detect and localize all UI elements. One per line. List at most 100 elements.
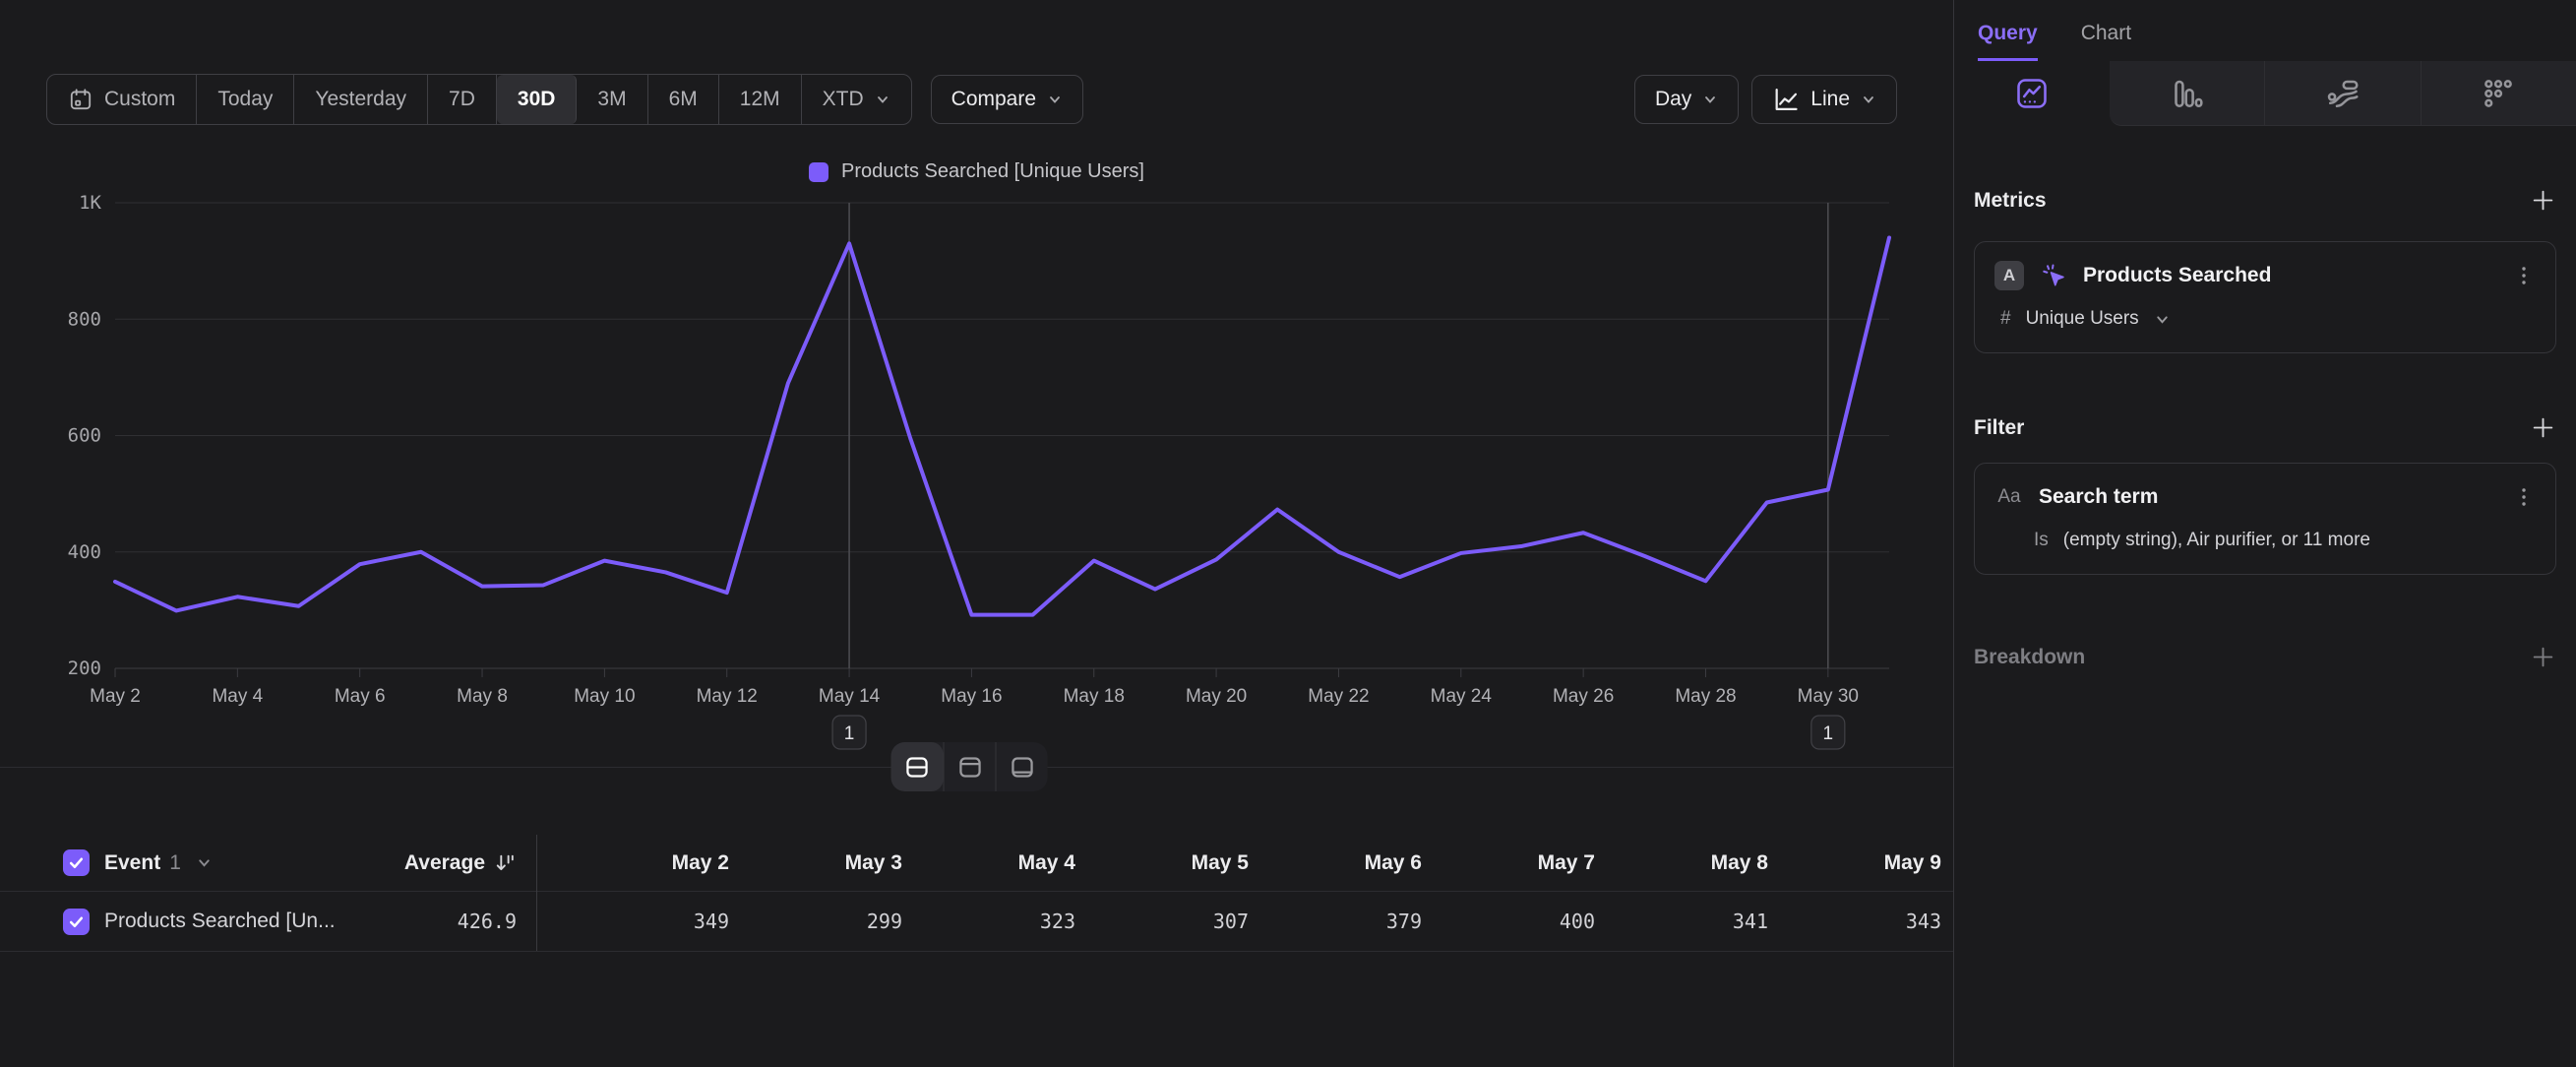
date-column-header: May 8 — [1595, 851, 1768, 875]
filter-card[interactable]: Aa Search term Is (empty string), Air pu… — [1974, 463, 2556, 575]
date-column-header: May 9 — [1768, 851, 1941, 875]
bar-chart-icon — [2169, 76, 2204, 111]
viz-tab-more[interactable] — [2421, 61, 2576, 126]
line-chart[interactable]: 1K80060040020011May 2May 4May 6May 8May … — [0, 138, 1953, 768]
value-cell: 400 — [1422, 910, 1595, 933]
add-breakdown-button[interactable] — [2530, 644, 2556, 670]
results-table: Event 1 Average May 2 — [0, 835, 1953, 952]
svg-text:1: 1 — [1823, 723, 1834, 744]
aggregation-label: Unique Users — [2026, 308, 2139, 330]
add-metric-button[interactable] — [2530, 187, 2556, 214]
kebab-icon — [2512, 485, 2536, 509]
filter-menu-button[interactable] — [2512, 485, 2536, 509]
svg-text:1: 1 — [844, 723, 855, 744]
visualization-tabs — [1954, 61, 2576, 126]
svg-text:600: 600 — [68, 425, 101, 447]
chevron-down-icon[interactable] — [196, 854, 213, 871]
calendar-icon — [68, 87, 93, 112]
range-3m-button[interactable]: 3M — [577, 75, 647, 124]
toolbar: Custom Today Yesterday 7D 30D 3M 6M 12M … — [0, 74, 1953, 125]
date-column-header: May 6 — [1249, 851, 1422, 875]
range-today-button[interactable]: Today — [197, 75, 294, 124]
chart-type-dropdown[interactable]: Line — [1751, 75, 1897, 124]
check-icon — [68, 913, 85, 930]
filter-value: (empty string), Air purifier, or 11 more — [2063, 530, 2370, 551]
filter-condition-row[interactable]: Is (empty string), Air purifier, or 11 m… — [1994, 519, 2536, 562]
panel-body: Metrics A — [1954, 187, 2576, 670]
split-view-button[interactable] — [891, 742, 944, 791]
plus-icon — [2530, 187, 2556, 214]
svg-text:May 30: May 30 — [1798, 686, 1859, 707]
event-header-cell: Event 1 — [0, 849, 374, 876]
event-count: 1 — [169, 851, 181, 875]
value-cell: 341 — [1595, 910, 1768, 933]
range-yesterday-button[interactable]: Yesterday — [294, 75, 428, 124]
value-cell: 343 — [1768, 910, 1941, 933]
svg-text:May 22: May 22 — [1308, 686, 1369, 707]
range-30d-button[interactable]: 30D — [497, 75, 578, 124]
row-checkbox[interactable] — [63, 909, 90, 935]
viz-tab-flows[interactable] — [2264, 61, 2421, 126]
svg-text:May 20: May 20 — [1186, 686, 1247, 707]
value-cell: 379 — [1249, 910, 1422, 933]
compare-button[interactable]: Compare — [931, 75, 1083, 124]
chevron-down-icon — [875, 92, 890, 107]
metric-menu-button[interactable] — [2512, 264, 2536, 287]
row-event-name: Products Searched [Un... — [104, 910, 336, 933]
table-header-row: Event 1 Average May 2 — [0, 835, 1953, 892]
metric-aggregation-row[interactable]: # Unique Users — [1994, 297, 2536, 341]
tab-query[interactable]: Query — [1978, 22, 2038, 61]
svg-text:200: 200 — [68, 658, 101, 679]
chevron-down-icon — [1702, 92, 1718, 107]
date-column-header: May 3 — [729, 851, 902, 875]
svg-text:May 18: May 18 — [1064, 686, 1125, 707]
average-value: 426.9 — [374, 910, 517, 933]
split-view-icon — [904, 754, 931, 781]
svg-text:800: 800 — [68, 308, 101, 330]
sort-descending-icon — [494, 851, 517, 874]
event-cursor-icon — [2039, 261, 2068, 290]
tab-chart[interactable]: Chart — [2081, 22, 2131, 61]
average-label: Average — [404, 851, 485, 875]
panel-tabs: Query Chart — [1954, 0, 2576, 61]
kebab-icon — [2512, 264, 2536, 287]
table-view-button[interactable] — [996, 742, 1048, 791]
date-column-header: May 7 — [1422, 851, 1595, 875]
svg-text:May 6: May 6 — [335, 686, 386, 707]
range-xtd-button[interactable]: XTD — [802, 75, 911, 124]
add-filter-button[interactable] — [2530, 414, 2556, 441]
date-column-header: May 5 — [1075, 851, 1249, 875]
filter-operator: Is — [1994, 530, 2049, 551]
table-column-divider — [536, 835, 537, 951]
metric-card-title-row: A Products Searched — [1994, 254, 2536, 297]
average-header-cell[interactable]: Average — [374, 851, 517, 875]
svg-text:May 4: May 4 — [212, 686, 263, 707]
svg-text:May 10: May 10 — [574, 686, 635, 707]
range-7d-button[interactable]: 7D — [428, 75, 497, 124]
metric-letter-badge: A — [1994, 261, 2024, 290]
viz-tab-funnels[interactable] — [2110, 61, 2265, 126]
svg-text:May 26: May 26 — [1553, 686, 1614, 707]
select-all-checkbox[interactable] — [63, 849, 90, 876]
chart-view-icon — [956, 754, 983, 781]
main-area: Custom Today Yesterday 7D 30D 3M 6M 12M … — [0, 0, 1953, 1067]
check-icon — [68, 854, 85, 871]
svg-text:1K: 1K — [79, 192, 101, 214]
date-column-header: May 2 — [556, 851, 729, 875]
range-custom-button[interactable]: Custom — [47, 75, 197, 124]
range-12m-button[interactable]: 12M — [719, 75, 802, 124]
metric-name: Products Searched — [2083, 264, 2271, 287]
query-panel: Query Chart — [1953, 0, 2576, 1067]
granularity-dropdown[interactable]: Day — [1634, 75, 1739, 124]
breakdown-section-header: Breakdown — [1974, 644, 2556, 670]
plus-icon — [2530, 644, 2556, 670]
value-cell: 299 — [729, 910, 902, 933]
chart-view-button[interactable] — [944, 742, 996, 791]
viz-tab-insights[interactable] — [1954, 61, 2110, 126]
range-6m-button[interactable]: 6M — [648, 75, 719, 124]
table-row[interactable]: Products Searched [Un... 426.9 349 299 3… — [0, 892, 1953, 952]
metric-card[interactable]: A Products Searched — [1974, 241, 2556, 353]
breakdown-title: Breakdown — [1974, 646, 2085, 669]
grid-dots-icon — [2481, 76, 2516, 111]
date-range-picker: Custom Today Yesterday 7D 30D 3M 6M 12M … — [46, 74, 912, 125]
